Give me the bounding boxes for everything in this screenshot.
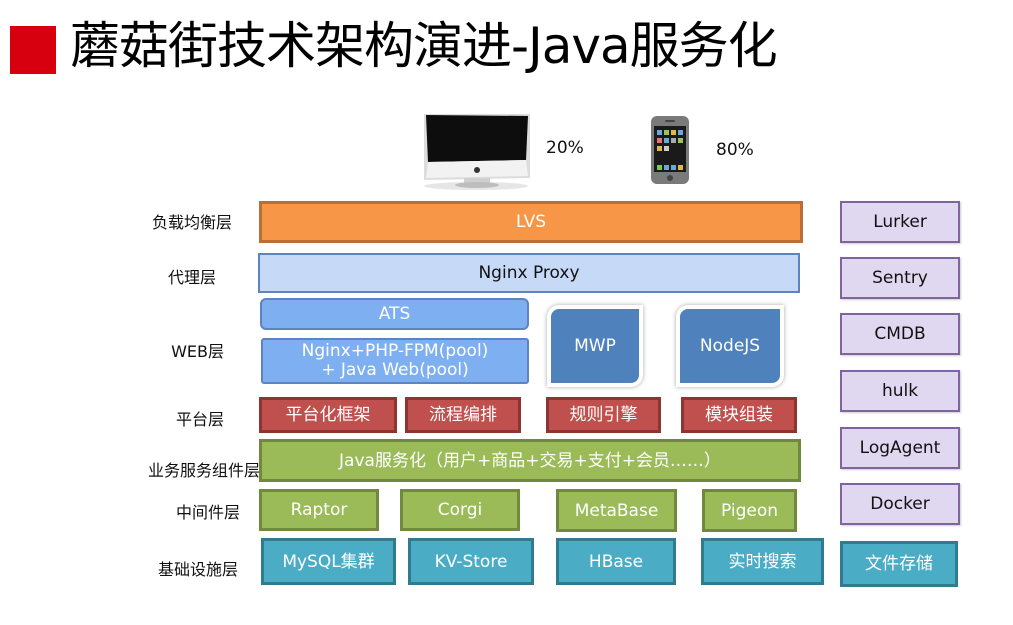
platform-box-framework: 平台化框架 <box>259 397 397 433</box>
side-tool-docker: Docker <box>840 483 960 525</box>
web-pool-line2: + Java Web(pool) <box>321 360 469 380</box>
desktop-share: 20% <box>546 138 584 158</box>
platform-box-orchestration: 流程编排 <box>405 397 521 433</box>
middleware-box-corgi: Corgi <box>400 489 520 531</box>
page-title: 蘑菇街技术架构演进-Java服务化 <box>70 17 778 75</box>
side-tool-sentry: Sentry <box>840 257 960 299</box>
middleware-box-metabase: MetaBase <box>556 489 677 532</box>
infra-box-file-storage: 文件存储 <box>840 541 958 587</box>
infra-box-hbase: HBase <box>556 538 676 585</box>
layer-label-load-balance: 负载均衡层 <box>151 213 232 232</box>
lvs-box: LVS <box>259 201 803 243</box>
middleware-box-raptor: Raptor <box>259 489 379 531</box>
layer-label-proxy: 代理层 <box>167 268 216 287</box>
infra-box-kv-store: KV-Store <box>408 538 534 585</box>
web-pool-line1: Nginx+PHP-FPM(pool) <box>301 341 489 361</box>
desktop-computer-icon <box>418 110 533 190</box>
infra-box-mysql-cluster: MySQL集群 <box>261 538 396 585</box>
nginx-proxy-box: Nginx Proxy <box>258 253 800 293</box>
nodejs-tile: NodeJS <box>676 305 784 387</box>
layer-label-web: WEB层 <box>171 342 224 361</box>
platform-box-module-assembly: 模块组装 <box>681 397 797 433</box>
mwp-tile: MWP <box>547 305 643 387</box>
side-tool-lurker: Lurker <box>840 201 960 243</box>
platform-box-rule-engine: 规则引擎 <box>546 397 661 433</box>
layer-label-business: 业务服务组件层 <box>147 461 260 480</box>
mobile-share: 80% <box>716 140 754 160</box>
infra-box-realtime-search: 实时搜索 <box>701 538 824 585</box>
layer-label-middleware: 中间件层 <box>175 503 240 522</box>
title-accent-square <box>10 26 56 74</box>
middleware-box-pigeon: Pigeon <box>702 489 797 532</box>
side-tool-logagent: LogAgent <box>840 427 960 469</box>
layer-label-infrastructure: 基础设施层 <box>157 560 238 579</box>
web-pool-box: Nginx+PHP-FPM(pool) + Java Web(pool) <box>261 338 529 384</box>
layer-label-platform: 平台层 <box>175 410 224 429</box>
side-tool-cmdb: CMDB <box>840 313 960 355</box>
ats-box: ATS <box>260 298 529 330</box>
side-tool-hulk: hulk <box>840 370 960 412</box>
java-service-box: Java服务化（用户+商品+交易+支付+会员……） <box>259 439 801 482</box>
mobile-phone-icon <box>650 115 690 185</box>
